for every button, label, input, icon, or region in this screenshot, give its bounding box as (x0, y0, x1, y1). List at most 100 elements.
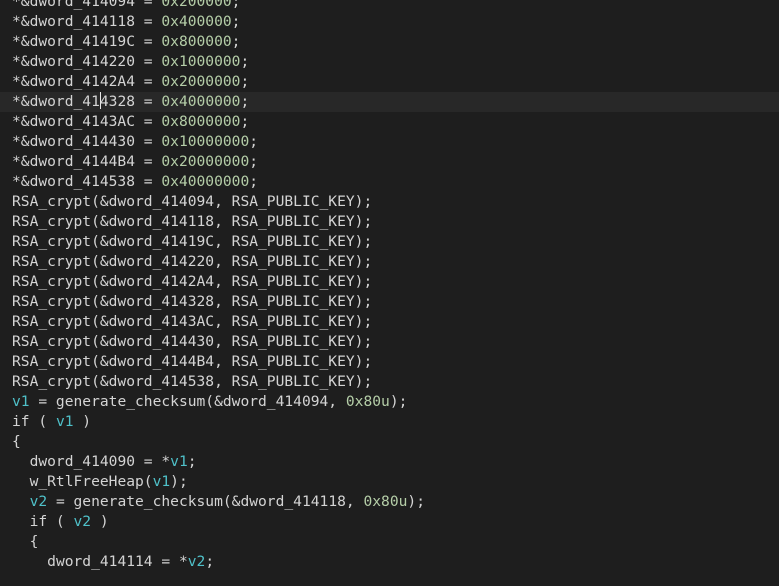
code-line[interactable]: RSA_crypt(&dword_414094, RSA_PUBLIC_KEY)… (12, 192, 425, 212)
code-token[interactable]: ); (407, 493, 425, 510)
code-token[interactable]: RSA_crypt(&dword_41419C, RSA_PUBLIC_KEY)… (12, 233, 372, 250)
code-token[interactable]: ; (232, 0, 241, 10)
code-token[interactable]: ; (240, 93, 249, 110)
numeric-literal[interactable]: 0x200000 (161, 0, 231, 10)
code-token[interactable]: ; (240, 53, 249, 70)
code-token[interactable]: ); (390, 393, 408, 410)
code-token[interactable]: RSA_crypt(&dword_414118, RSA_PUBLIC_KEY)… (12, 213, 372, 230)
numeric-literal[interactable]: 0x800000 (161, 33, 231, 50)
numeric-literal[interactable]: 0x400000 (161, 13, 231, 30)
code-token[interactable]: *&dword_41419C = (12, 33, 161, 50)
code-token[interactable]: { (12, 433, 21, 450)
code-line[interactable]: if ( v2 ) (12, 512, 425, 532)
local-variable[interactable]: v2 (30, 493, 48, 510)
code-token[interactable]: RSA_crypt(&dword_414538, RSA_PUBLIC_KEY)… (12, 373, 372, 390)
code-token[interactable]: RSA_crypt(&dword_414430, RSA_PUBLIC_KEY)… (12, 333, 372, 350)
code-token[interactable]: *&dword_414328 = (12, 92, 161, 110)
local-variable[interactable]: v1 (56, 413, 74, 430)
code-token[interactable]: RSA_crypt(&dword_414220, RSA_PUBLIC_KEY)… (12, 253, 372, 270)
numeric-literal[interactable]: 0x2000000 (161, 73, 240, 90)
code-token[interactable]: *&dword_4144B4 = (12, 153, 161, 170)
code-token[interactable]: = generate_checksum(&dword_414094, (30, 393, 346, 410)
code-line[interactable]: RSA_crypt(&dword_4142A4, RSA_PUBLIC_KEY)… (12, 272, 425, 292)
code-token[interactable]: ) (91, 513, 109, 530)
code-token[interactable]: = generate_checksum(&dword_414118, (47, 493, 363, 510)
text-cursor (99, 92, 101, 109)
code-token[interactable]: RSA_crypt(&dword_4144B4, RSA_PUBLIC_KEY)… (12, 353, 372, 370)
code-line[interactable]: w_RtlFreeHeap(v1); (12, 472, 425, 492)
code-line[interactable]: RSA_crypt(&dword_4144B4, RSA_PUBLIC_KEY)… (12, 352, 425, 372)
local-variable[interactable]: v1 (12, 393, 30, 410)
code-token[interactable]: *&dword_4143AC = (12, 113, 161, 130)
code-line[interactable]: if ( v1 ) (12, 412, 425, 432)
code-line[interactable]: { (12, 532, 425, 552)
code-token[interactable]: ; (205, 553, 214, 570)
code-line[interactable]: RSA_crypt(&dword_4143AC, RSA_PUBLIC_KEY)… (12, 312, 425, 332)
local-variable[interactable]: v2 (188, 553, 206, 570)
code-token[interactable]: ); (170, 473, 188, 490)
numeric-literal[interactable]: 0x10000000 (161, 133, 249, 150)
code-token[interactable]: RSA_crypt(&dword_4143AC, RSA_PUBLIC_KEY)… (12, 313, 372, 330)
code-token[interactable]: *&dword_414220 = (12, 53, 161, 70)
code-token[interactable]: { (30, 533, 39, 550)
code-token[interactable]: ; (249, 173, 258, 190)
code-token[interactable]: *&dword_4142A4 = (12, 73, 161, 90)
code-token[interactable]: if ( (12, 413, 56, 430)
code-token[interactable]: ; (249, 153, 258, 170)
code-line[interactable]: *&dword_414538 = 0x40000000; (12, 172, 425, 192)
code-line[interactable]: { (12, 432, 425, 452)
code-token[interactable]: RSA_crypt(&dword_4142A4, RSA_PUBLIC_KEY)… (12, 273, 372, 290)
code-line[interactable]: *&dword_414430 = 0x10000000; (12, 132, 425, 152)
code-line[interactable]: *&dword_41419C = 0x800000; (12, 32, 425, 52)
code-line[interactable]: dword_414114 = *v2; (12, 552, 425, 572)
code-line[interactable]: *&dword_4144B4 = 0x20000000; (12, 152, 425, 172)
numeric-literal[interactable]: 0x4000000 (161, 93, 240, 110)
code-line[interactable]: *&dword_414220 = 0x1000000; (12, 52, 425, 72)
numeric-literal[interactable]: 0x80u (363, 493, 407, 510)
code-line[interactable]: *&dword_4142A4 = 0x2000000; (12, 72, 425, 92)
code-token[interactable]: dword_414114 = * (47, 553, 188, 570)
code-token[interactable]: dword_414090 = * (30, 453, 171, 470)
code-line[interactable]: RSA_crypt(&dword_41419C, RSA_PUBLIC_KEY)… (12, 232, 425, 252)
code-token[interactable]: ; (249, 133, 258, 150)
code-token[interactable]: RSA_crypt(&dword_414328, RSA_PUBLIC_KEY)… (12, 293, 372, 310)
code-line[interactable]: RSA_crypt(&dword_414328, RSA_PUBLIC_KEY)… (12, 292, 425, 312)
local-variable[interactable]: v1 (170, 453, 188, 470)
code-line[interactable]: dword_414090 = *v1; (12, 452, 425, 472)
code-token[interactable]: ; (232, 33, 241, 50)
code-line[interactable]: RSA_crypt(&dword_414430, RSA_PUBLIC_KEY)… (12, 332, 425, 352)
code-token[interactable]: *&dword_414118 = (12, 13, 161, 30)
code-token[interactable]: ; (240, 113, 249, 130)
code-line[interactable]: *&dword_4143AC = 0x8000000; (12, 112, 425, 132)
numeric-literal[interactable]: 0x1000000 (161, 53, 240, 70)
code-line[interactable]: RSA_crypt(&dword_414220, RSA_PUBLIC_KEY)… (12, 252, 425, 272)
code-token[interactable]: ; (232, 13, 241, 30)
code-token[interactable]: ; (188, 453, 197, 470)
code-line[interactable]: RSA_crypt(&dword_414118, RSA_PUBLIC_KEY)… (12, 212, 425, 232)
numeric-literal[interactable]: 0x80u (346, 393, 390, 410)
local-variable[interactable]: v1 (153, 473, 171, 490)
code-line[interactable]: RSA_crypt(&dword_414538, RSA_PUBLIC_KEY)… (12, 372, 425, 392)
code-line[interactable]: v2 = generate_checksum(&dword_414118, 0x… (12, 492, 425, 512)
code-line-current[interactable]: *&dword_414328 = 0x4000000; (0, 92, 779, 112)
code-token[interactable]: w_RtlFreeHeap( (30, 473, 153, 490)
numeric-literal[interactable]: 0x40000000 (161, 173, 249, 190)
code-token[interactable]: *&dword_414094 = (12, 0, 161, 10)
numeric-literal[interactable]: 0x8000000 (161, 113, 240, 130)
code-token[interactable]: *&dword_414430 = (12, 133, 161, 150)
code-line[interactable]: v1 = generate_checksum(&dword_414094, 0x… (12, 392, 425, 412)
code-line[interactable]: *&dword_414094 = 0x200000; (12, 0, 425, 12)
code-token[interactable]: *&dword_414538 = (12, 173, 161, 190)
pseudocode-view[interactable]: *&dword_414094 = 0x200000; *&dword_414118… (0, 0, 779, 586)
code-token[interactable]: ; (240, 73, 249, 90)
code-line[interactable]: *&dword_414118 = 0x400000; (12, 12, 425, 32)
code-token[interactable]: ) (74, 413, 91, 430)
code-token[interactable]: if ( (30, 513, 74, 530)
code-token[interactable]: RSA_crypt(&dword_414094, RSA_PUBLIC_KEY)… (12, 193, 372, 210)
numeric-literal[interactable]: 0x20000000 (161, 153, 249, 170)
local-variable[interactable]: v2 (74, 513, 92, 530)
